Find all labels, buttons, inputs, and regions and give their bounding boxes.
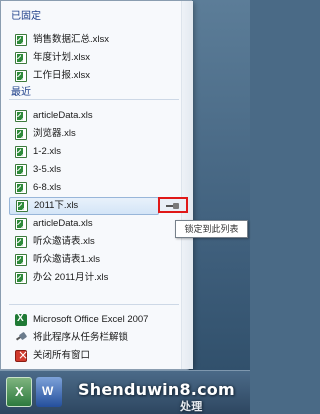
recent-item[interactable]: articleData.xls [9, 215, 181, 233]
recent-item-label: 1-2.xls [33, 146, 61, 157]
excel-file-icon [15, 182, 27, 194]
pinned-section-header: 已固定 [11, 11, 41, 22]
recent-section-header: 最近 [11, 87, 31, 98]
taskbar-excel-button[interactable] [6, 377, 32, 407]
recent-item[interactable]: 办公 2011月计.xls [9, 269, 181, 287]
open-excel-task[interactable]: Microsoft Office Excel 2007 [9, 311, 181, 329]
excel-jump-list: 已固定 销售数据汇总.xlsx 年度计划.xlsx 工作日报.xlsx 最近 a… [0, 0, 193, 370]
close-all-windows-task[interactable]: 关闭所有窗口 [9, 347, 181, 365]
pinned-item-label: 年度计划.xlsx [33, 52, 91, 63]
excel-file-icon [15, 272, 27, 284]
watermark-main-text: Shenduwin8.com [78, 380, 235, 399]
recent-item-label: 2011下.xls [34, 200, 79, 211]
close-window-icon [15, 348, 28, 362]
excel-file-icon [15, 70, 27, 82]
excel-file-icon [15, 146, 27, 158]
pinned-item-label: 工作日报.xlsx [33, 70, 91, 81]
recent-item-hovered[interactable]: 2011下.xls [9, 197, 159, 215]
excel-file-icon [15, 164, 27, 176]
excel-app-icon [15, 313, 27, 326]
task-label: 将此程序从任务栏解锁 [33, 332, 129, 343]
pinned-item[interactable]: 工作日报.xlsx [9, 67, 181, 85]
recent-item[interactable]: 1-2.xls [9, 143, 181, 161]
excel-file-icon [15, 34, 27, 46]
recent-item-label: articleData.xls [33, 110, 93, 121]
recent-item[interactable]: 6-8.xls [9, 179, 181, 197]
recent-item[interactable]: 浏览器.xls [9, 125, 181, 143]
pinned-item-label: 销售数据汇总.xlsx [33, 34, 110, 45]
task-label: 关闭所有窗口 [33, 350, 91, 361]
pin-to-list-button[interactable] [158, 197, 188, 213]
excel-file-icon [15, 218, 27, 230]
recent-item-label: 听众邀请表.xls [33, 236, 95, 247]
site-watermark: Shenduwin8.com 处理 [72, 372, 248, 414]
excel-file-icon [15, 110, 27, 122]
pin-icon [166, 203, 180, 209]
recent-item-label: 浏览器.xls [33, 128, 76, 139]
tasks-divider [9, 304, 179, 305]
recent-item[interactable]: articleData.xls [9, 107, 181, 125]
watermark-sub-text: 处理 [180, 400, 203, 413]
pinned-item[interactable]: 销售数据汇总.xlsx [9, 31, 181, 49]
excel-file-icon [15, 236, 27, 248]
unpin-from-taskbar-task[interactable]: 将此程序从任务栏解锁 [9, 329, 181, 347]
pinned-item[interactable]: 年度计划.xlsx [9, 49, 181, 67]
recent-item-label: 听众邀请表1.xls [33, 254, 101, 265]
recent-item[interactable]: 听众邀请表.xls [9, 233, 181, 251]
recent-item-label: 6-8.xls [33, 182, 61, 193]
recent-item-label: 办公 2011月计.xls [33, 272, 109, 283]
recent-item-label: 3-5.xls [33, 164, 61, 175]
recent-item[interactable]: 听众邀请表1.xls [9, 251, 181, 269]
excel-file-icon [15, 52, 27, 64]
recent-item[interactable]: 3-5.xls [9, 161, 181, 179]
section-divider [9, 99, 179, 100]
task-label: Microsoft Office Excel 2007 [33, 314, 149, 325]
excel-file-icon [15, 254, 27, 266]
excel-file-icon [16, 200, 28, 212]
taskbar-word-button[interactable] [36, 377, 62, 407]
unpin-icon [15, 332, 27, 344]
recent-item-label: articleData.xls [33, 218, 93, 229]
pin-tooltip: 锁定到此列表 [175, 220, 248, 238]
excel-file-icon [15, 128, 27, 140]
